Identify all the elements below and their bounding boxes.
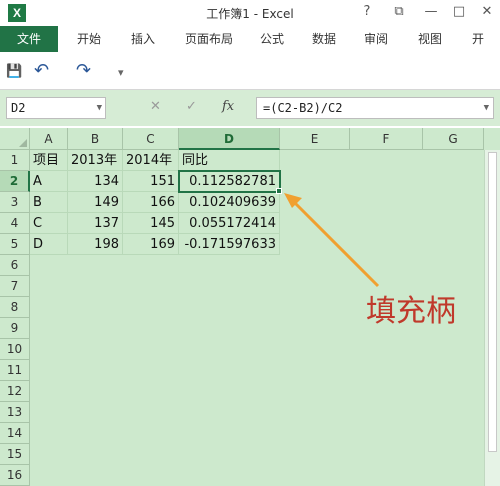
ribbon-tabs: 文件 开始 插入 页面布局 公式 数据 审阅 视图 开 bbox=[0, 26, 500, 52]
header-cell[interactable]: 项目 bbox=[30, 150, 68, 171]
row-header[interactable]: 6 bbox=[0, 255, 30, 276]
data-cell[interactable]: 151 bbox=[123, 171, 179, 192]
data-cell[interactable]: -0.171597633 bbox=[179, 234, 280, 255]
name-box[interactable]: D2 ▼ bbox=[6, 97, 106, 119]
minimize-button[interactable]: — bbox=[420, 3, 442, 21]
formula-input[interactable]: =(C2-B2)/C2 ▼ bbox=[256, 97, 494, 119]
tab-review[interactable]: 审阅 bbox=[354, 26, 398, 52]
data-cell[interactable]: A bbox=[30, 171, 68, 192]
title-bar: X 工作簿1 - Excel ? ⧉ — □ ✕ bbox=[0, 0, 500, 26]
row-header[interactable]: 10 bbox=[0, 339, 30, 360]
row-header[interactable]: 13 bbox=[0, 402, 30, 423]
data-cell[interactable]: C bbox=[30, 213, 68, 234]
data-cell[interactable]: 137 bbox=[68, 213, 123, 234]
data-cell[interactable]: 198 bbox=[68, 234, 123, 255]
column-header-b[interactable]: B bbox=[68, 128, 123, 150]
row-header[interactable]: 16 bbox=[0, 465, 30, 486]
tab-overflow[interactable]: 开 bbox=[466, 26, 490, 52]
row-header[interactable]: 9 bbox=[0, 318, 30, 339]
cancel-icon[interactable]: ✕ bbox=[150, 99, 161, 114]
data-cell[interactable]: 0.112582781 bbox=[179, 171, 280, 192]
data-cell[interactable]: 169 bbox=[123, 234, 179, 255]
row-header[interactable]: 2 bbox=[0, 171, 30, 192]
header-cell[interactable]: 2014年 bbox=[123, 150, 179, 171]
ribbon-display-button[interactable]: ⧉ bbox=[388, 3, 410, 21]
tab-insert[interactable]: 插入 bbox=[118, 26, 168, 52]
chevron-down-icon[interactable]: ▼ bbox=[97, 98, 102, 118]
undo-icon[interactable]: ↶ bbox=[34, 60, 49, 81]
quick-access-toolbar: 💾 ↶ ↷ ▾ bbox=[0, 52, 500, 90]
header-cell[interactable]: 同比 bbox=[179, 150, 280, 171]
tab-view[interactable]: 视图 bbox=[408, 26, 452, 52]
column-headers: A B C D E F G bbox=[0, 128, 500, 150]
tab-page-layout[interactable]: 页面布局 bbox=[174, 26, 244, 52]
formula-bar: D2 ▼ ✕ ✓ fx =(C2-B2)/C2 ▼ bbox=[0, 90, 500, 126]
data-cell[interactable]: 134 bbox=[68, 171, 123, 192]
data-cell[interactable]: 0.055172414 bbox=[179, 213, 280, 234]
column-header-d[interactable]: D bbox=[179, 128, 280, 150]
row-header[interactable]: 5 bbox=[0, 234, 30, 255]
data-cell[interactable]: 149 bbox=[68, 192, 123, 213]
scrollbar-thumb[interactable] bbox=[488, 152, 497, 452]
row-header[interactable]: 1 bbox=[0, 150, 30, 171]
enter-icon[interactable]: ✓ bbox=[186, 99, 197, 114]
data-cell[interactable]: 166 bbox=[123, 192, 179, 213]
tab-data[interactable]: 数据 bbox=[302, 26, 346, 52]
save-icon[interactable]: 💾 bbox=[6, 64, 22, 79]
row-header[interactable]: 7 bbox=[0, 276, 30, 297]
row-header[interactable]: 12 bbox=[0, 381, 30, 402]
insert-function-icon[interactable]: fx bbox=[222, 99, 234, 114]
select-all-button[interactable] bbox=[0, 128, 30, 150]
column-header-c[interactable]: C bbox=[123, 128, 179, 150]
name-box-value: D2 bbox=[11, 101, 26, 115]
maximize-button[interactable]: □ bbox=[448, 3, 470, 21]
tab-file[interactable]: 文件 bbox=[0, 26, 58, 52]
column-header-e[interactable]: E bbox=[280, 128, 350, 150]
expand-formula-icon[interactable]: ▼ bbox=[484, 98, 489, 118]
data-cell[interactable]: 145 bbox=[123, 213, 179, 234]
column-header-f[interactable]: F bbox=[350, 128, 423, 150]
fill-handle-annotation: 填充柄 bbox=[366, 294, 456, 329]
data-cell[interactable]: B bbox=[30, 192, 68, 213]
close-button[interactable]: ✕ bbox=[476, 3, 498, 21]
customize-qat-icon[interactable]: ▾ bbox=[118, 66, 124, 79]
column-header-a[interactable]: A bbox=[30, 128, 68, 150]
row-header[interactable]: 11 bbox=[0, 360, 30, 381]
tab-home[interactable]: 开始 bbox=[64, 26, 114, 52]
row-header[interactable]: 15 bbox=[0, 444, 30, 465]
row-header[interactable]: 14 bbox=[0, 423, 30, 444]
data-cell[interactable]: D bbox=[30, 234, 68, 255]
column-header-g[interactable]: G bbox=[423, 128, 484, 150]
header-cell[interactable]: 2013年 bbox=[68, 150, 123, 171]
redo-icon[interactable]: ↷ bbox=[76, 60, 91, 81]
row-header[interactable]: 3 bbox=[0, 192, 30, 213]
data-cell[interactable]: 0.102409639 bbox=[179, 192, 280, 213]
row-header[interactable]: 4 bbox=[0, 213, 30, 234]
row-header[interactable]: 8 bbox=[0, 297, 30, 318]
fill-handle[interactable] bbox=[276, 188, 282, 194]
tab-formulas[interactable]: 公式 bbox=[250, 26, 294, 52]
help-button[interactable]: ? bbox=[356, 3, 378, 21]
vertical-scrollbar[interactable] bbox=[484, 150, 500, 486]
formula-text: =(C2-B2)/C2 bbox=[263, 101, 343, 115]
